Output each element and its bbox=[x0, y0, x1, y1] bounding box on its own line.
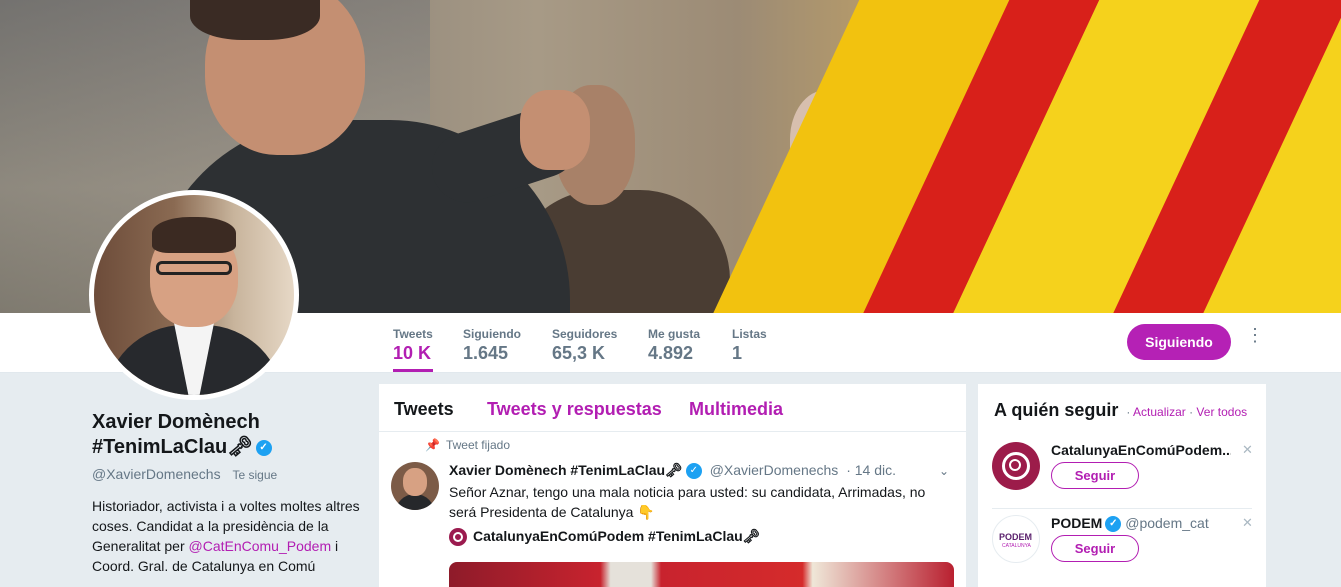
suggestion-name[interactable]: PODEM ✓ @podem_cat bbox=[1051, 515, 1231, 533]
follow-button[interactable]: Seguir bbox=[1051, 462, 1139, 489]
following-button[interactable]: Siguiendo bbox=[1127, 324, 1231, 360]
stat-label: Seguidores bbox=[552, 327, 618, 341]
chevron-down-icon[interactable]: ⌄ bbox=[939, 464, 949, 478]
stat-value: 1.645 bbox=[463, 343, 509, 363]
refresh-link[interactable]: Actualizar bbox=[1133, 405, 1186, 419]
stat-value: 10 K bbox=[393, 343, 432, 363]
profile-name[interactable]: Xavier Domènech #TenimLaClau🗝 ✓ bbox=[92, 410, 362, 460]
tweet-avatar-head bbox=[403, 468, 427, 496]
suggestion-name[interactable]: CatalunyaEnComúPodem... bbox=[1051, 442, 1231, 458]
stat-label: Tweets bbox=[393, 327, 433, 341]
profile-name-line2: #TenimLaClau🗝 bbox=[92, 436, 253, 458]
tweet-author-name[interactable]: Xavier Domènech #TenimLaClau🗝 bbox=[449, 462, 683, 478]
tweet-media-image[interactable] bbox=[449, 562, 954, 587]
stat-likes[interactable]: Me gusta 4.892 bbox=[648, 327, 700, 364]
suggestion-handle: @podem_cat bbox=[1125, 515, 1209, 531]
pinned-indicator: 📌 Tweet fijado bbox=[425, 438, 510, 452]
podem-logo-text: PODEM bbox=[999, 532, 1033, 542]
follows-you-badge: Te sigue bbox=[232, 468, 278, 482]
profile-bio: Historiador, activista i a voltes moltes… bbox=[92, 496, 362, 576]
avatar-hair bbox=[152, 217, 236, 253]
profile-handle-row: @XavierDomenechs Te sigue bbox=[92, 466, 362, 482]
close-icon[interactable]: ✕ bbox=[1242, 442, 1253, 458]
who-to-follow-title: A quién seguir bbox=[994, 400, 1119, 420]
close-icon[interactable]: ✕ bbox=[1242, 515, 1253, 531]
catencomu-logo-icon bbox=[449, 528, 467, 547]
pinned-label: Tweet fijado bbox=[445, 438, 510, 452]
profile-avatar[interactable] bbox=[89, 190, 299, 400]
stat-value: 65,3 K bbox=[552, 343, 606, 363]
tab-media[interactable]: Multimedia bbox=[689, 399, 783, 420]
suggestion-item: CatalunyaEnComúPodem... Seguir ✕ bbox=[992, 436, 1253, 508]
tweet-author-handle[interactable]: @XavierDomenechs bbox=[710, 462, 839, 478]
follow-button[interactable]: Seguir bbox=[1051, 535, 1139, 562]
profile-header-card: Xavier Domènech #TenimLaClau🗝 ✓ @XavierDo… bbox=[92, 410, 362, 576]
verified-badge-icon: ✓ bbox=[685, 463, 702, 480]
stat-followers[interactable]: Seguidores 65,3 K bbox=[552, 327, 617, 364]
podem-avatar[interactable]: PODEM CATALUNYA bbox=[992, 515, 1040, 563]
tab-tweets-and-replies[interactable]: Tweets y respuestas bbox=[487, 399, 662, 420]
stat-lists[interactable]: Listas 1 bbox=[732, 327, 767, 364]
tweet-text: Señor Aznar, tengo una mala noticia para… bbox=[449, 484, 926, 520]
stat-following[interactable]: Siguiendo 1.645 bbox=[463, 327, 521, 364]
more-vertical-icon[interactable]: ⋮ bbox=[1246, 326, 1264, 355]
profile-name-line1: Xavier Domènech bbox=[92, 411, 260, 433]
who-to-follow-module: A quién seguir · Actualizar · Ver todos … bbox=[978, 384, 1266, 587]
banner-speaker-hair bbox=[190, 0, 320, 40]
timeline: Tweets Tweets y respuestas Multimedia 📌 T… bbox=[379, 384, 966, 587]
tab-tweets[interactable]: Tweets bbox=[394, 399, 454, 420]
quoted-account[interactable]: CatalunyaEnComúPodem #TenimLaClau🗝 bbox=[449, 528, 761, 547]
avatar-glasses bbox=[156, 261, 232, 275]
view-all-link[interactable]: Ver todos bbox=[1196, 405, 1247, 419]
quoted-account-name: CatalunyaEnComúPodem #TenimLaClau🗝 bbox=[473, 528, 761, 544]
pinned-tweet[interactable]: 📌 Tweet fijado Xavier Domènech #TenimLaCl… bbox=[379, 432, 966, 587]
stat-tweets[interactable]: Tweets 10 K bbox=[393, 327, 433, 372]
timeline-tabs: Tweets Tweets y respuestas Multimedia bbox=[379, 384, 966, 432]
podem-logo-subtext: CATALUNYA bbox=[1002, 543, 1031, 549]
profile-handle[interactable]: @XavierDomenechs bbox=[92, 466, 221, 482]
who-to-follow-header: A quién seguir · Actualizar · Ver todos bbox=[994, 400, 1248, 420]
tweet-header: Xavier Domènech #TenimLaClau🗝 ✓ @XavierDo… bbox=[449, 462, 896, 480]
avatar-image bbox=[94, 195, 294, 395]
stat-value: 1 bbox=[732, 343, 743, 363]
tweet-avatar[interactable] bbox=[391, 462, 439, 510]
stat-label: Me gusta bbox=[648, 327, 701, 341]
bio-mention-link[interactable]: @CatEnComu_Podem bbox=[189, 538, 332, 554]
verified-badge-icon: ✓ bbox=[255, 439, 272, 456]
stat-label: Siguiendo bbox=[463, 327, 521, 341]
tweet-avatar-body bbox=[395, 494, 435, 510]
stat-value: 4.892 bbox=[648, 343, 694, 363]
pin-icon: 📌 bbox=[425, 438, 440, 452]
catencomu-avatar[interactable] bbox=[992, 442, 1040, 490]
banner-speaker-hand bbox=[520, 90, 590, 170]
verified-badge-icon: ✓ bbox=[1105, 516, 1122, 533]
stat-label: Listas bbox=[732, 327, 767, 341]
tweet-date[interactable]: · 14 dic. bbox=[846, 462, 896, 478]
suggestion-item: PODEM CATALUNYA PODEM ✓ @podem_cat Seguir… bbox=[992, 508, 1253, 580]
